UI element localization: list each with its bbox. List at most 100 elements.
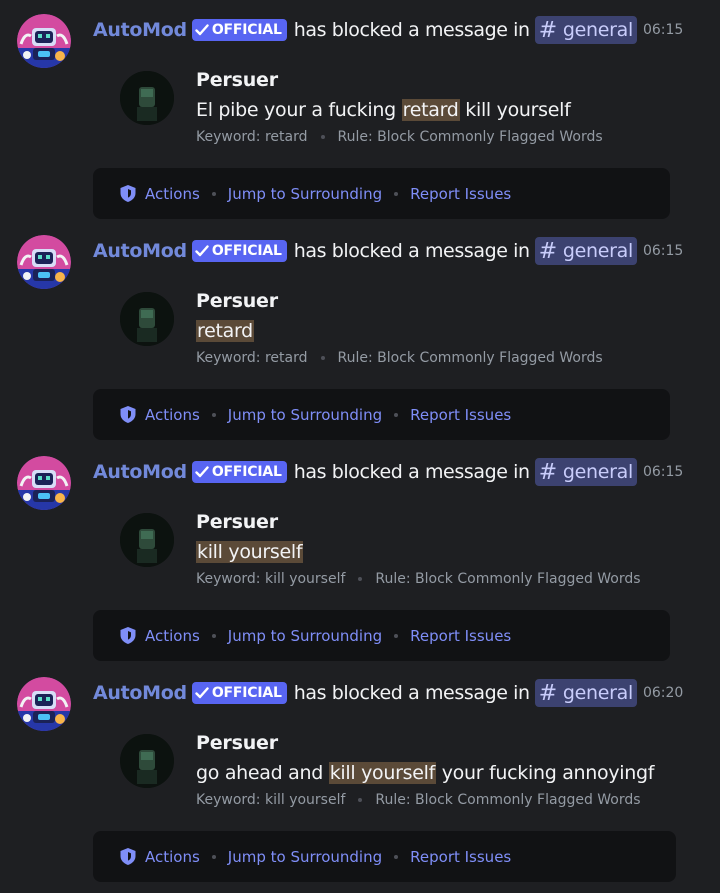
jump-to-surrounding-link[interactable]: Jump to Surrounding (228, 406, 382, 424)
hash-icon: # (538, 680, 557, 706)
official-badge-label: OFFICIAL (211, 464, 282, 480)
channel-mention[interactable]: # general (534, 16, 637, 44)
automod-avatar[interactable] (17, 14, 71, 68)
message-timestamp[interactable]: 06:15 (643, 243, 683, 259)
rule-label: Rule: Block Commonly Flagged Words (375, 571, 641, 587)
keyword-label: Keyword: retard (196, 129, 308, 145)
action-bar: Actions Jump to Surrounding Report Issue… (93, 610, 670, 661)
user-avatar[interactable] (120, 513, 174, 567)
blocked-user-name[interactable]: Persuer (196, 732, 278, 754)
user-avatar[interactable] (120, 71, 174, 125)
separator-dot (211, 412, 216, 417)
action-description: has blocked a message in (293, 682, 530, 704)
message-text: go ahead and (196, 762, 329, 784)
bot-username[interactable]: AutoMod (93, 19, 187, 41)
action-bar: Actions Jump to Surrounding Report Issue… (93, 168, 670, 219)
keyword-label: Keyword: kill yourself (196, 571, 346, 587)
official-badge: OFFICIAL (191, 682, 287, 704)
blocked-message-embed: Persuer El pibe your a fucking retard ki… (120, 69, 660, 159)
separator-dot (394, 191, 399, 196)
channel-mention[interactable]: # general (534, 458, 637, 486)
flagged-keyword: kill yourself (328, 762, 436, 784)
channel-name: general (562, 461, 633, 483)
message-header: AutoMod OFFICIAL has blocked a message i… (93, 679, 683, 707)
hash-icon: # (538, 459, 557, 485)
message-text: kill yourself (459, 99, 571, 121)
jump-to-surrounding-link[interactable]: Jump to Surrounding (228, 848, 382, 866)
report-issues-link[interactable]: Report Issues (410, 406, 511, 424)
blocked-message-content: retard (196, 320, 254, 342)
action-description: has blocked a message in (293, 240, 530, 262)
blocked-message-content: kill yourself (196, 541, 304, 563)
message-text: your fucking annoyingf (436, 762, 655, 784)
official-badge-label: OFFICIAL (211, 22, 282, 38)
message-header: AutoMod OFFICIAL has blocked a message i… (93, 16, 683, 44)
blocked-user-name[interactable]: Persuer (196, 290, 278, 312)
keyword-label: Keyword: kill yourself (196, 792, 346, 808)
actions-button[interactable]: Actions (93, 626, 200, 645)
separator-dot (211, 854, 216, 859)
shield-icon (119, 405, 137, 424)
hash-icon: # (538, 17, 557, 43)
actions-button[interactable]: Actions (93, 184, 200, 203)
official-badge: OFFICIAL (191, 19, 287, 41)
bot-username[interactable]: AutoMod (93, 461, 187, 483)
official-badge-label: OFFICIAL (211, 243, 282, 259)
blocked-message-embed: Persuer go ahead and kill yourself your … (120, 732, 660, 822)
hash-icon: # (538, 238, 557, 264)
user-avatar[interactable] (120, 734, 174, 788)
blocked-user-name[interactable]: Persuer (196, 511, 278, 533)
automod-avatar[interactable] (17, 235, 71, 289)
official-badge-label: OFFICIAL (211, 685, 282, 701)
user-avatar[interactable] (120, 292, 174, 346)
action-bar: Actions Jump to Surrounding Report Issue… (93, 831, 676, 882)
jump-to-surrounding-link[interactable]: Jump to Surrounding (228, 185, 382, 203)
separator-dot (358, 798, 363, 802)
shield-icon (119, 847, 137, 866)
actions-label: Actions (145, 405, 200, 424)
blocked-message-embed: Persuer retard Keyword: retard Rule: Blo… (120, 290, 660, 380)
blocked-message-embed: Persuer kill yourself Keyword: kill your… (120, 511, 660, 601)
automod-avatar[interactable] (17, 456, 71, 510)
separator-dot (394, 633, 399, 638)
bot-username[interactable]: AutoMod (93, 240, 187, 262)
rule-label: Rule: Block Commonly Flagged Words (337, 129, 603, 145)
shield-icon (119, 184, 137, 203)
message-timestamp[interactable]: 06:15 (643, 464, 683, 480)
flagged-keyword: kill yourself (196, 541, 304, 563)
channel-mention[interactable]: # general (534, 679, 637, 707)
block-details: Keyword: retard Rule: Block Commonly Fla… (196, 350, 603, 366)
action-description: has blocked a message in (293, 461, 530, 483)
actions-label: Actions (145, 847, 200, 866)
actions-button[interactable]: Actions (93, 847, 200, 866)
report-issues-link[interactable]: Report Issues (410, 627, 511, 645)
block-details: Keyword: retard Rule: Block Commonly Fla… (196, 129, 603, 145)
separator-dot (394, 854, 399, 859)
message-timestamp[interactable]: 06:20 (643, 685, 683, 701)
automod-avatar[interactable] (17, 677, 71, 731)
blocked-message-content: go ahead and kill yourself your fucking … (196, 762, 654, 784)
bot-username[interactable]: AutoMod (93, 682, 187, 704)
flagged-keyword: retard (196, 320, 254, 342)
checkmark-icon (195, 245, 209, 257)
message-text: El pibe your a fucking (196, 99, 402, 121)
channel-mention[interactable]: # general (534, 237, 637, 265)
report-issues-link[interactable]: Report Issues (410, 848, 511, 866)
message-timestamp[interactable]: 06:15 (643, 22, 683, 38)
action-bar: Actions Jump to Surrounding Report Issue… (93, 389, 670, 440)
checkmark-icon (195, 466, 209, 478)
rule-label: Rule: Block Commonly Flagged Words (337, 350, 603, 366)
separator-dot (211, 191, 216, 196)
actions-label: Actions (145, 184, 200, 203)
report-issues-link[interactable]: Report Issues (410, 185, 511, 203)
channel-name: general (562, 682, 633, 704)
checkmark-icon (195, 687, 209, 699)
keyword-label: Keyword: retard (196, 350, 308, 366)
channel-name: general (562, 19, 633, 41)
actions-button[interactable]: Actions (93, 405, 200, 424)
message-header: AutoMod OFFICIAL has blocked a message i… (93, 458, 683, 486)
blocked-user-name[interactable]: Persuer (196, 69, 278, 91)
jump-to-surrounding-link[interactable]: Jump to Surrounding (228, 627, 382, 645)
message-header: AutoMod OFFICIAL has blocked a message i… (93, 237, 683, 265)
separator-dot (394, 412, 399, 417)
